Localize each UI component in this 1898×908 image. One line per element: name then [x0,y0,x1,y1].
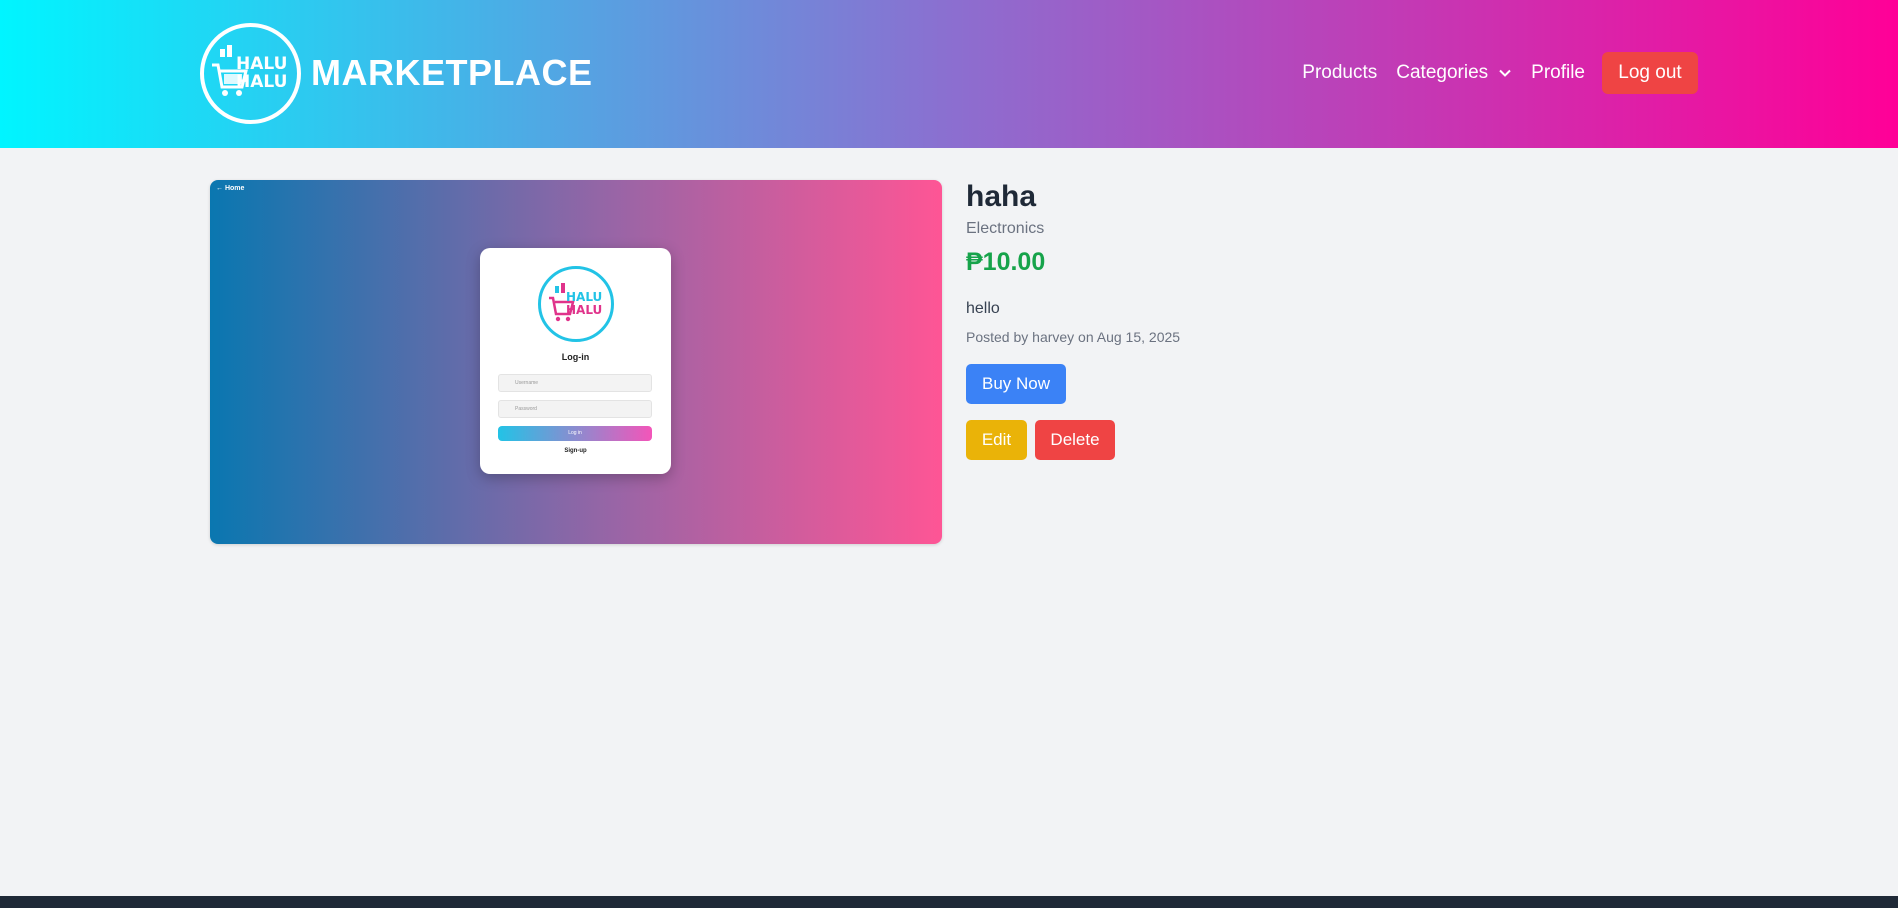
product-description: hello [966,300,1000,317]
cart-logo-icon: HALU HALU [211,45,287,96]
product-title: haha [966,180,1037,213]
edit-button[interactable]: Edit [966,420,1027,460]
brand-logo-icon: HALU HALU [200,22,301,124]
image-card-title: Log-in [561,352,590,362]
svg-text:HALU: HALU [236,72,287,92]
buy-now-button[interactable]: Buy Now [966,364,1066,404]
site-header: HALU HALU MARKETPLACE Products Categorie… [0,0,1898,148]
main-nav: Products Categories Profile Log out [1302,52,1698,94]
image-signup-link: Sign-up [564,448,587,454]
svg-text:HALU: HALU [566,290,602,304]
product-meta: Posted by harvey on Aug 15, 2025 [966,329,1181,345]
nav-products-label: Products [1302,62,1378,83]
svg-text:HALU: HALU [566,303,602,317]
nav-categories-dropdown[interactable]: Categories [1396,62,1512,84]
nav-profile[interactable]: Profile [1531,62,1585,84]
site-footer [0,896,1898,908]
image-home-link: ← Home [216,185,245,192]
image-login-button: Log in [498,426,652,441]
logout-button[interactable]: Log out [1602,52,1698,94]
halu-logo-icon: HALU HALU [549,283,602,322]
nav-products[interactable]: Products [1302,62,1377,84]
brand[interactable]: HALU HALU MARKETPLACE [200,22,593,124]
product-price: ₱10.00 [966,248,1046,276]
nav-categories-label: Categories [1396,62,1489,83]
delete-button[interactable]: Delete [1035,420,1115,460]
image-password-field: Password [498,400,652,418]
image-logo-icon: HALU HALU [538,266,614,342]
product-category: Electronics [966,220,1045,237]
product-image: ← Home HALU HALU Log-in Username Passwor… [210,180,942,544]
svg-text:HALU: HALU [236,54,287,74]
image-login-card: HALU HALU Log-in Username Password Log i… [480,248,671,474]
nav-profile-label: Profile [1531,62,1585,83]
brand-name: MARKETPLACE [311,52,593,93]
chevron-down-icon [1499,69,1511,77]
image-username-field: Username [498,374,652,392]
